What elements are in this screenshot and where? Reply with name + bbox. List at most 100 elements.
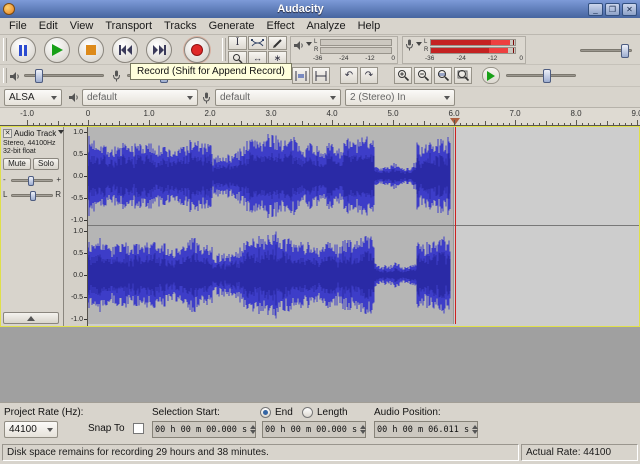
timeline-tick (216, 123, 217, 125)
pan-slider-thumb[interactable] (30, 191, 36, 201)
slider-thumb[interactable] (543, 69, 551, 83)
menu-transport[interactable]: Transport (99, 19, 158, 33)
audacity-logo-icon (3, 3, 15, 15)
gain-minus-label: - (3, 175, 6, 184)
track-close-button[interactable]: ✕ (3, 129, 12, 138)
menu-analyze[interactable]: Analyze (300, 19, 351, 33)
play-button[interactable] (44, 37, 70, 63)
timeline-tick (228, 123, 229, 125)
spinner-icon[interactable] (360, 422, 366, 437)
menu-tracks[interactable]: Tracks (158, 19, 203, 33)
stop-icon (86, 45, 96, 55)
vertical-ruler-tick (84, 132, 87, 133)
timeline-tick (607, 121, 608, 125)
pause-button[interactable] (10, 37, 36, 63)
spinner-icon[interactable] (472, 422, 478, 437)
timeline-tick (70, 123, 71, 125)
selection-tool-button[interactable]: I (228, 36, 247, 50)
record-button[interactable] (184, 37, 210, 63)
maximize-button[interactable]: ❐ (605, 3, 620, 16)
meter-dropdown-icon[interactable] (416, 42, 422, 49)
stop-button[interactable] (78, 37, 104, 63)
toolbar-grip[interactable] (3, 68, 7, 83)
undo-button[interactable]: ↶ (340, 67, 358, 84)
timeline-tick (180, 121, 181, 125)
menu-file[interactable]: File (3, 19, 33, 33)
pan-slider[interactable]: L R (3, 189, 61, 202)
slider-thumb[interactable] (35, 69, 43, 83)
audio-track[interactable]: ✕ Audio Track Stereo, 44100Hz 32-bit flo… (0, 126, 640, 327)
skip-to-end-button[interactable] (146, 37, 172, 63)
menu-edit[interactable]: Edit (33, 19, 64, 33)
menu-help[interactable]: Help (352, 19, 387, 33)
fit-project-button[interactable] (454, 67, 472, 84)
timeline-tick (289, 123, 290, 125)
gain-slider-thumb[interactable] (28, 176, 34, 186)
chevron-down-icon (187, 96, 193, 103)
toolbar-grip[interactable] (222, 38, 226, 61)
close-button[interactable]: ✕ (622, 3, 637, 16)
timeline-tick (64, 123, 65, 125)
silence-selection-button[interactable] (312, 67, 330, 84)
timeline-tick (295, 123, 296, 125)
meter-dropdown-icon[interactable] (306, 42, 312, 49)
track-collapse-button[interactable] (3, 312, 59, 324)
toolbar-grip[interactable] (3, 38, 7, 61)
recorded-region[interactable] (88, 226, 454, 324)
timeline-tick (539, 123, 540, 125)
menu-effect[interactable]: Effect (261, 19, 301, 33)
output-volume-slider[interactable] (24, 74, 104, 77)
selection-start-field[interactable]: 00 h 00 m 00.000 s (152, 421, 256, 438)
length-radio[interactable] (302, 407, 313, 418)
input-channels-combo[interactable]: 2 (Stereo) In (345, 89, 455, 106)
audio-position-field[interactable]: 00 h 00 m 06.011 s (374, 421, 478, 438)
track-waveform-area[interactable] (88, 127, 639, 326)
trim-outside-button[interactable] (292, 67, 310, 84)
timeline-tick (369, 123, 370, 125)
zoom-in-button[interactable] (394, 67, 412, 84)
spinner-icon[interactable] (250, 422, 256, 437)
vertical-ruler[interactable]: 1.00.50.0-0.5-1.0 1.00.50.0-0.5-1.0 (64, 127, 88, 326)
solo-button[interactable]: Solo (33, 158, 59, 170)
slider-thumb[interactable] (621, 44, 629, 58)
draw-tool-button[interactable] (268, 36, 287, 50)
recording-meter[interactable]: L R -36-24-120 (402, 36, 526, 64)
track-area[interactable]: ✕ Audio Track Stereo, 44100Hz 32-bit flo… (0, 126, 640, 402)
zoom-out-button[interactable] (414, 67, 432, 84)
fit-selection-button[interactable] (434, 67, 452, 84)
playback-meter[interactable]: L R -36-24-120 (290, 36, 398, 64)
envelope-tool-button[interactable] (248, 36, 267, 50)
recorded-region[interactable] (88, 127, 454, 225)
menu-view[interactable]: View (64, 19, 100, 33)
skip-to-start-button[interactable] (112, 37, 138, 63)
play-at-speed-button[interactable] (482, 67, 500, 84)
waveform-channel-right[interactable] (88, 226, 639, 324)
output-device-combo[interactable]: default (82, 89, 198, 106)
waveform-left (88, 129, 451, 223)
timeline-tick (497, 123, 498, 125)
gain-slider[interactable]: - + (3, 174, 61, 187)
title-bar[interactable]: Audacity _ ❐ ✕ (0, 0, 640, 18)
redo-button[interactable]: ↷ (360, 67, 378, 84)
undo-icon: ↶ (345, 70, 353, 81)
snap-to-checkbox[interactable] (133, 423, 144, 434)
minimize-button[interactable]: _ (588, 3, 603, 16)
end-radio[interactable] (260, 407, 271, 418)
record-icon (191, 44, 203, 56)
project-rate-combo[interactable]: 44100 (4, 421, 58, 438)
chevron-down-icon (444, 96, 450, 103)
timeline-ruler[interactable]: -1.001.02.03.04.05.06.07.08.09.0 (0, 108, 640, 126)
fit-project-icon (457, 69, 470, 82)
input-device-combo[interactable]: default (215, 89, 341, 106)
track-title[interactable]: Audio Track (14, 129, 64, 138)
input-volume-slider[interactable] (580, 49, 632, 52)
timeline-tick (338, 123, 339, 125)
selection-end-field[interactable]: 00 h 00 m 00.000 s (262, 421, 366, 438)
waveform-channel-left[interactable] (88, 127, 639, 225)
meter-channel-label: L (314, 38, 318, 46)
mute-button[interactable]: Mute (3, 158, 31, 170)
playback-speed-slider[interactable] (506, 74, 576, 77)
audio-host-combo[interactable]: ALSA (4, 89, 62, 106)
actual-rate-status: Actual Rate: 44100 (521, 444, 638, 461)
menu-generate[interactable]: Generate (203, 19, 261, 33)
